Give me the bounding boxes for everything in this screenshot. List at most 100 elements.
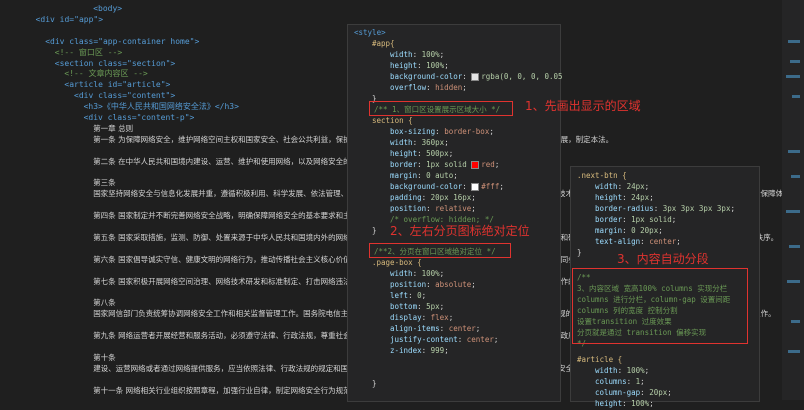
css-value: 1px solid xyxy=(426,160,467,169)
line-number xyxy=(0,261,22,272)
css-prop: width xyxy=(595,182,618,191)
line-number xyxy=(0,152,22,163)
line-number xyxy=(0,142,22,153)
code-line-text: <div class="app-container home"> xyxy=(45,36,200,46)
css-value: center xyxy=(466,335,494,344)
css-value: #fff xyxy=(481,182,500,191)
line-number xyxy=(0,196,22,207)
line-number xyxy=(0,240,22,251)
css-prop: border xyxy=(390,160,418,169)
line-number xyxy=(0,22,22,33)
code-line-text: 第八条 xyxy=(93,298,116,308)
css-value: 999 xyxy=(430,346,445,355)
css-prop: columns xyxy=(595,377,627,386)
color-swatch xyxy=(471,161,480,169)
code-line-text: <article id="article"> xyxy=(64,80,171,90)
css-value: 100% xyxy=(626,366,645,375)
css-value: 360px xyxy=(421,138,445,147)
css-prop: align-items xyxy=(390,324,440,333)
css-value: 24px xyxy=(626,182,645,191)
color-swatch xyxy=(471,183,480,191)
code-line: <div class="content-p"> xyxy=(84,113,195,124)
css-prop: column-gap xyxy=(595,388,641,397)
line-number xyxy=(0,218,22,229)
line-number xyxy=(0,54,22,65)
css-prop: bottom xyxy=(390,302,418,311)
css-prop: width xyxy=(390,269,413,278)
css-prop: box-sizing xyxy=(390,127,436,136)
css-value: 0 20px xyxy=(631,226,659,235)
code-line: <article id="article"> xyxy=(64,80,170,91)
line-number xyxy=(0,250,22,261)
css-prop: height xyxy=(595,193,623,202)
line-number xyxy=(0,33,22,44)
code-line: 第十条 xyxy=(93,353,116,364)
css-value: 24px xyxy=(631,193,650,202)
css-prop: height xyxy=(390,61,418,70)
code-line: <body> xyxy=(93,4,122,15)
style-code-panel[interactable]: <style> #app{ width: 100%; height: 100%;… xyxy=(347,24,563,402)
css-value: center xyxy=(448,324,476,333)
line-number xyxy=(0,44,22,55)
css-prop: padding xyxy=(390,193,422,202)
selector-page-box: .page-box { xyxy=(372,258,422,267)
css-value: 100% xyxy=(631,399,650,408)
css-value: 5px xyxy=(426,302,440,311)
css-prop: border xyxy=(595,215,623,224)
code-line-text: <div class="content"> xyxy=(74,91,176,101)
code-line: <div class="app-container home"> xyxy=(45,37,199,48)
code-line: 第八条 xyxy=(93,298,116,309)
code-line: <h3>《中华人民共和国网络安全法》</h3> xyxy=(84,102,239,113)
color-swatch xyxy=(471,73,480,81)
code-line-text: 第十条 xyxy=(93,352,116,362)
code-line-text: <div class="content-p"> xyxy=(83,113,195,122)
line-number xyxy=(0,76,22,87)
selector-section: section { xyxy=(372,116,413,125)
annotation-3: 3、内容自动分段 xyxy=(617,252,709,266)
line-number xyxy=(0,283,22,294)
css-prop: width xyxy=(595,366,618,375)
css-prop: height xyxy=(595,399,623,408)
minimap[interactable] xyxy=(782,0,804,400)
line-number xyxy=(0,349,22,360)
code-line: 第三条 xyxy=(93,178,116,189)
css-prop: overflow xyxy=(390,83,427,92)
selector-next-btn: .next-btn { xyxy=(577,171,627,180)
code-line: <!-- 窗口区 --> xyxy=(55,48,122,59)
brace: } xyxy=(372,379,377,388)
css-prop: border-radius xyxy=(595,204,654,213)
css-prop: width xyxy=(390,138,413,147)
code-line-text: <h3>《中华人民共和国网络安全法》</h3> xyxy=(83,102,239,112)
code-line-text: 第三条 xyxy=(93,178,116,188)
css-value: rgba(0, 0, 0, 0.05 xyxy=(481,72,563,81)
annotation-2: 2、左右分页图标绝对定位 xyxy=(390,224,530,238)
line-number xyxy=(0,305,22,316)
code-line: <div id="app"> xyxy=(36,15,103,26)
line-number xyxy=(0,87,22,98)
css-value: 20px xyxy=(649,388,668,397)
line-number xyxy=(0,207,22,218)
code-line-text: <body> xyxy=(93,4,123,13)
line-number xyxy=(0,359,22,370)
css-value: border-box xyxy=(444,127,490,136)
line-number xyxy=(0,163,22,174)
annotation-1: 1、先画出显示的区域 xyxy=(525,99,641,113)
css-prop: position xyxy=(390,204,427,213)
css-value: relative xyxy=(435,204,472,213)
css-prop: width xyxy=(390,50,413,59)
code-line-text: <!-- 窗口区 --> xyxy=(54,47,123,57)
code-line: <!-- 文章内容区 --> xyxy=(64,69,147,80)
line-number xyxy=(0,131,22,142)
code-line-text: 第一章 总则 xyxy=(93,123,134,133)
css-prop: left xyxy=(390,291,409,300)
line-number xyxy=(0,11,22,22)
selector-article: #article { xyxy=(577,355,623,364)
css-value: center xyxy=(649,237,677,246)
css-value: 100% xyxy=(426,61,445,70)
highlight-box-3 xyxy=(572,268,748,344)
line-number xyxy=(0,65,22,76)
css-value: absolute xyxy=(435,280,472,289)
css-value: 20px 16px xyxy=(430,193,472,202)
code-line-text: <!-- 文章内容区 --> xyxy=(64,69,148,79)
line-number xyxy=(0,229,22,240)
